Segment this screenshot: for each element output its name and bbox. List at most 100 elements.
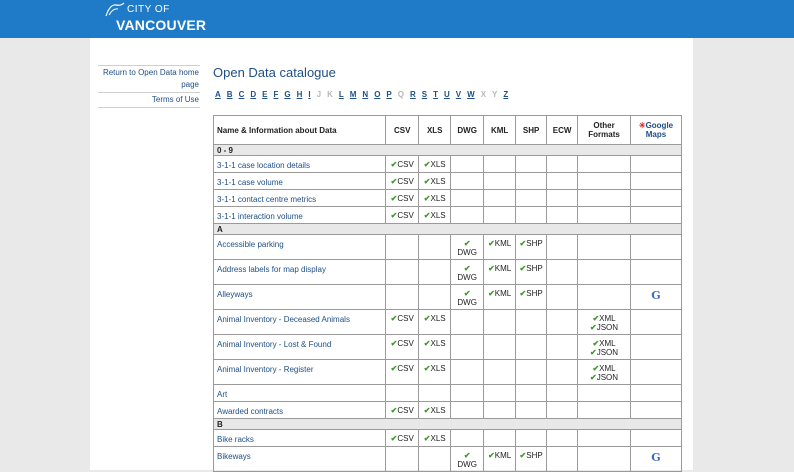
dataset-name-link[interactable]: Accessible parking — [212, 234, 387, 260]
sidebar-link-terms-of-use[interactable]: Terms of Use — [98, 92, 200, 108]
shp-cell[interactable]: ✔SHP — [515, 259, 548, 285]
alphabet-letter-u[interactable]: U — [444, 90, 450, 99]
kml-cell[interactable]: ✔KML — [483, 284, 517, 310]
xls-cell-link[interactable]: ✔XLS — [422, 211, 447, 220]
shp-cell-link[interactable]: ✔SHP — [519, 289, 543, 298]
csv-cell[interactable]: ✔CSV — [385, 189, 420, 207]
csv-cell[interactable]: ✔CSV — [385, 429, 420, 447]
csv-cell-link[interactable]: ✔CSV — [389, 364, 415, 373]
alphabet-letter-g[interactable]: G — [284, 90, 290, 99]
xls-cell-link[interactable]: ✔XLS — [422, 364, 447, 373]
alphabet-letter-r[interactable]: R — [410, 90, 416, 99]
other-formats-cell-link[interactable]: ✔XML — [581, 364, 627, 373]
other-formats-cell[interactable]: ✔XML ✔JSON — [577, 334, 631, 360]
xls-cell[interactable]: ✔XLS — [418, 359, 452, 385]
shp-cell[interactable]: ✔SHP — [515, 284, 548, 310]
dwg-cell[interactable]: ✔ DWG — [450, 259, 485, 285]
dataset-name-link[interactable]: Animal Inventory - Register — [212, 359, 387, 385]
csv-cell-link[interactable]: ✔CSV — [389, 406, 415, 415]
alphabet-letter-i[interactable]: I — [308, 90, 310, 99]
shp-cell-link[interactable]: ✔SHP — [519, 451, 543, 460]
dataset-name-link[interactable]: 3-1-1 interaction volume — [212, 206, 387, 224]
csv-cell-link[interactable]: ✔CSV — [389, 211, 415, 220]
xls-cell[interactable]: ✔XLS — [418, 172, 452, 190]
xls-cell[interactable]: ✔XLS — [418, 429, 452, 447]
city-logo[interactable]: CITY OF VANCOUVER — [104, 2, 206, 36]
alphabet-letter-b[interactable]: B — [227, 90, 233, 99]
xls-cell-link[interactable]: ✔XLS — [422, 314, 447, 323]
dwg-cell-link[interactable]: ✔ DWG — [454, 239, 480, 257]
alphabet-letter-d[interactable]: D — [250, 90, 256, 99]
alphabet-letter-f[interactable]: F — [273, 90, 278, 99]
other-formats-cell-link[interactable]: ✔JSON — [581, 348, 627, 357]
other-formats-cell-link[interactable]: ✔XML — [581, 339, 627, 348]
xls-cell-link[interactable]: ✔XLS — [422, 406, 447, 415]
kml-cell-link[interactable]: ✔KML — [487, 451, 512, 460]
alphabet-letter-c[interactable]: C — [239, 90, 245, 99]
csv-cell[interactable]: ✔CSV — [385, 309, 420, 335]
kml-cell[interactable]: ✔KML — [483, 259, 517, 285]
alphabet-letter-w[interactable]: W — [467, 90, 475, 99]
xls-cell-link[interactable]: ✔XLS — [422, 194, 447, 203]
alphabet-letter-e[interactable]: E — [262, 90, 267, 99]
other-formats-cell-link[interactable]: ✔XML — [581, 314, 627, 323]
xls-cell-link[interactable]: ✔XLS — [422, 160, 447, 169]
other-formats-cell-link[interactable]: ✔JSON — [581, 373, 627, 382]
dataset-name-link[interactable]: Address labels for map display — [212, 259, 387, 285]
xls-cell[interactable]: ✔XLS — [418, 206, 452, 224]
dwg-cell[interactable]: ✔ DWG — [450, 234, 485, 260]
kml-cell[interactable]: ✔KML — [483, 234, 517, 260]
alphabet-letter-t[interactable]: T — [433, 90, 438, 99]
xls-cell[interactable]: ✔XLS — [418, 155, 452, 173]
csv-cell-link[interactable]: ✔CSV — [389, 177, 415, 186]
shp-cell[interactable]: ✔SHP — [515, 234, 548, 260]
shp-cell-link[interactable]: ✔SHP — [519, 239, 543, 248]
xls-cell-link[interactable]: ✔XLS — [422, 177, 447, 186]
alphabet-letter-p[interactable]: P — [386, 90, 391, 99]
kml-cell-link[interactable]: ✔KML — [487, 289, 512, 298]
xls-cell[interactable]: ✔XLS — [418, 401, 452, 419]
google-maps-cell[interactable]: G — [629, 446, 683, 472]
xls-cell[interactable]: ✔XLS — [418, 334, 452, 360]
google-maps-link-icon[interactable]: G — [651, 289, 660, 302]
alphabet-letter-h[interactable]: H — [297, 90, 303, 99]
csv-cell-link[interactable]: ✔CSV — [389, 339, 415, 348]
alphabet-letter-n[interactable]: N — [362, 90, 368, 99]
other-formats-cell[interactable]: ✔XML ✔JSON — [577, 359, 631, 385]
csv-cell[interactable]: ✔CSV — [385, 334, 420, 360]
alphabet-letter-m[interactable]: M — [350, 90, 357, 99]
xls-cell-link[interactable]: ✔XLS — [422, 434, 447, 443]
google-maps-link-icon[interactable]: G — [651, 451, 660, 464]
dataset-name-link[interactable]: Awarded contracts — [212, 401, 387, 419]
alphabet-letter-a[interactable]: A — [215, 90, 221, 99]
dwg-cell-link[interactable]: ✔ DWG — [454, 264, 480, 282]
dwg-cell[interactable]: ✔ DWG — [450, 446, 485, 472]
dataset-name-link[interactable]: Animal Inventory - Deceased Animals — [212, 309, 387, 335]
other-formats-cell-link[interactable]: ✔JSON — [581, 323, 627, 332]
alphabet-letter-z[interactable]: Z — [503, 90, 508, 99]
alphabet-letter-o[interactable]: O — [374, 90, 380, 99]
shp-cell-link[interactable]: ✔SHP — [519, 264, 543, 273]
csv-cell[interactable]: ✔CSV — [385, 401, 420, 419]
dataset-name-link[interactable]: Bike racks — [212, 429, 387, 447]
xls-cell-link[interactable]: ✔XLS — [422, 339, 447, 348]
sidebar-link-open-data-home[interactable]: Return to Open Data home page — [98, 65, 200, 92]
xls-cell[interactable]: ✔XLS — [418, 189, 452, 207]
kml-cell-link[interactable]: ✔KML — [487, 239, 512, 248]
dataset-name-link[interactable]: 3-1-1 case volume — [212, 172, 387, 190]
csv-cell[interactable]: ✔CSV — [385, 172, 420, 190]
dataset-name-link[interactable]: Bikeways — [212, 446, 387, 472]
dwg-cell-link[interactable]: ✔ DWG — [454, 451, 480, 469]
xls-cell[interactable]: ✔XLS — [418, 309, 452, 335]
other-formats-cell[interactable]: ✔XML ✔JSON — [577, 309, 631, 335]
dataset-name-link[interactable]: Art — [212, 384, 387, 402]
csv-cell-link[interactable]: ✔CSV — [389, 160, 415, 169]
csv-cell[interactable]: ✔CSV — [385, 206, 420, 224]
alphabet-letter-s[interactable]: S — [422, 90, 427, 99]
dwg-cell[interactable]: ✔ DWG — [450, 284, 485, 310]
dwg-cell-link[interactable]: ✔ DWG — [454, 289, 480, 307]
google-maps-cell[interactable]: G — [629, 284, 683, 310]
shp-cell[interactable]: ✔SHP — [515, 446, 548, 472]
csv-cell[interactable]: ✔CSV — [385, 155, 420, 173]
dataset-name-link[interactable]: 3-1-1 case location details — [212, 155, 387, 173]
